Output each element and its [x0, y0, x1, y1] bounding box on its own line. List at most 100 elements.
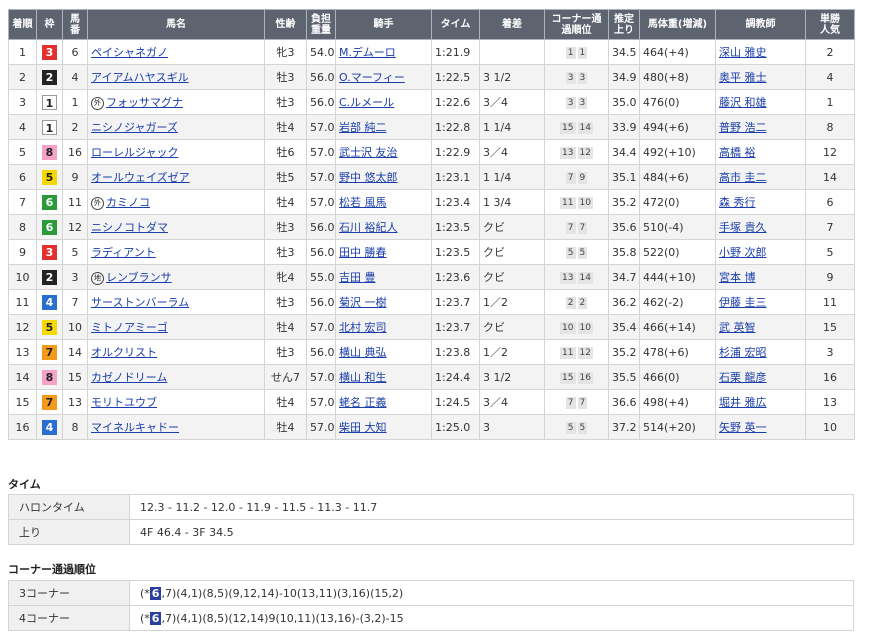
corner4-pos: 5 — [577, 247, 588, 259]
horse-number-cell: 6 — [62, 39, 88, 65]
popularity-cell: 12 — [805, 139, 855, 165]
horse-link[interactable]: カゼノドリーム — [91, 371, 167, 384]
jockey-link[interactable]: 松若 風馬 — [339, 196, 387, 209]
table-row: 16 4 8 マイネルキャドー 牡4 57.0 柴田 大知 1:25.0 3 5 5 37.2 514(… — [8, 414, 855, 440]
time-cell: 1:23.7 — [431, 289, 480, 315]
corner-cell: 22 — [544, 289, 609, 315]
waku-cell: 3 — [36, 239, 63, 265]
jockey-link[interactable]: 岩部 純二 — [339, 121, 387, 134]
jockey-link[interactable]: 石川 裕紀人 — [339, 221, 398, 234]
horse-link[interactable]: カミノコ — [106, 196, 150, 209]
horse-link[interactable]: サーストンバーラム — [91, 296, 189, 309]
jockey-link[interactable]: 吉田 豊 — [339, 271, 376, 284]
horse-number-cell: 12 — [62, 214, 88, 240]
agari-cell: 35.2 — [608, 189, 640, 215]
popularity-cell: 2 — [805, 39, 855, 65]
waku-cell: 7 — [36, 389, 63, 415]
horse-link[interactable]: レンブランサ — [106, 271, 172, 284]
horse-name-cell: 外カミノコ — [87, 189, 265, 215]
jockey-cell: O.マーフィー — [335, 64, 432, 90]
jockey-cell: 岩部 純二 — [335, 114, 432, 140]
horse-link[interactable]: ミトノアミーゴ — [91, 321, 168, 334]
jockey-link[interactable]: M.デムーロ — [339, 46, 396, 59]
furlong-row: ハロンタイム 12.3 - 11.2 - 12.0 - 11.9 - 11.5 … — [8, 494, 854, 520]
trainer-link[interactable]: 武 英智 — [719, 321, 756, 334]
trainer-link[interactable]: 小野 次郎 — [719, 246, 767, 259]
jockey-link[interactable]: 北村 宏司 — [339, 321, 387, 334]
trainer-cell: 高橋 裕 — [715, 139, 806, 165]
trainer-link[interactable]: 深山 雅史 — [719, 46, 767, 59]
jockey-link[interactable]: 野中 悠太郎 — [339, 171, 398, 184]
corner4-pos: 5 — [577, 422, 588, 434]
agari-cell: 35.5 — [608, 364, 640, 390]
header-time: タイム — [431, 9, 480, 40]
weight-cell: 56.0 — [306, 239, 336, 265]
horse-link[interactable]: ペイシャネガノ — [91, 46, 168, 59]
waku-cell: 6 — [36, 189, 63, 215]
popularity-cell: 3 — [805, 339, 855, 365]
jockey-link[interactable]: 柴田 大知 — [339, 421, 387, 434]
rank-cell: 16 — [8, 414, 37, 440]
horse-link[interactable]: モリトユウブ — [91, 396, 157, 409]
trainer-link[interactable]: 奥平 雅士 — [719, 71, 767, 84]
trainer-link[interactable]: 普野 浩二 — [719, 121, 767, 134]
waku-cell: 2 — [36, 64, 63, 90]
corner3-pos: 5 — [565, 422, 576, 434]
agari-cell: 36.6 — [608, 389, 640, 415]
trainer-cell: 奥平 雅士 — [715, 64, 806, 90]
corner3-pos: 2 — [565, 297, 576, 309]
waku-badge: 4 — [42, 419, 57, 435]
table-row: 3 1 1 外フォッサマグナ 牡3 56.0 C.ルメール 1:22.6 3／4 3 3 35.0 47… — [8, 89, 855, 115]
jockey-link[interactable]: O.マーフィー — [339, 71, 405, 84]
margin-cell: クビ — [479, 214, 545, 240]
corner4-value: (* 6,7)(4,1)(8,5)(12,14)9(10,11)(13,16)-(… — [129, 605, 854, 631]
table-row: 4 1 2 ニシノジャガーズ 牡4 57.0 岩部 純二 1:22.8 1 1/4 15 14 33.… — [8, 114, 855, 140]
corner-cell: 77 — [544, 214, 609, 240]
corner4-leader: 6 — [149, 611, 162, 625]
jockey-link[interactable]: 横山 和生 — [339, 371, 387, 384]
corner4-pos: 14 — [577, 122, 593, 134]
jockey-link[interactable]: 田中 勝春 — [339, 246, 387, 259]
rank-cell: 7 — [8, 189, 37, 215]
corner3-pos: 7 — [565, 172, 576, 184]
horse-link[interactable]: アイアムハヤスギル — [91, 71, 189, 84]
jockey-link[interactable]: 蛯名 正義 — [339, 396, 387, 409]
trainer-link[interactable]: 手塚 貴久 — [719, 221, 767, 234]
trainer-link[interactable]: 杉浦 宏昭 — [719, 346, 767, 359]
weight-cell: 56.0 — [306, 89, 336, 115]
jockey-link[interactable]: 菊沢 一樹 — [339, 296, 387, 309]
horse-link[interactable]: ニシノコトダマ — [91, 221, 168, 234]
trainer-link[interactable]: 矢野 英一 — [719, 421, 767, 434]
header-trainer: 調教師 — [715, 9, 806, 40]
trainer-link[interactable]: 石栗 龍彦 — [719, 371, 767, 384]
jockey-cell: 野中 悠太郎 — [335, 164, 432, 190]
horse-link[interactable]: ニシノジャガーズ — [91, 121, 178, 134]
horse-link[interactable]: フォッサマグナ — [106, 96, 183, 109]
popularity-cell: 11 — [805, 289, 855, 315]
rank-cell: 5 — [8, 139, 37, 165]
time-cell: 1:22.9 — [431, 139, 480, 165]
trainer-link[interactable]: 伊藤 圭三 — [719, 296, 767, 309]
header-margin: 着差 — [479, 9, 545, 40]
horse-link[interactable]: ローレルジャック — [91, 146, 178, 159]
horse-link[interactable]: ラディアント — [91, 246, 156, 259]
trainer-link[interactable]: 宮本 博 — [719, 271, 756, 284]
horse-number-cell: 8 — [62, 414, 88, 440]
trainer-link[interactable]: 高橋 裕 — [719, 146, 756, 159]
corner3-pos: 7 — [565, 222, 576, 234]
trainer-link[interactable]: 藤沢 和雄 — [719, 96, 767, 109]
weight-cell: 56.0 — [306, 64, 336, 90]
header-body-weight: 馬体重(増減) — [639, 9, 716, 40]
trainer-link[interactable]: 高市 圭二 — [719, 171, 767, 184]
corner4-pos: 16 — [577, 372, 593, 384]
popularity-cell: 1 — [805, 89, 855, 115]
jockey-link[interactable]: C.ルメール — [339, 96, 394, 109]
horse-link[interactable]: オールウェイズゼア — [91, 171, 190, 184]
horse-link[interactable]: マイネルキャドー — [91, 421, 179, 434]
jockey-link[interactable]: 横山 典弘 — [339, 346, 387, 359]
table-row: 5 8 16 ローレルジャック 牡6 57.0 武士沢 友治 1:22.9 3／4 13 12 34.… — [8, 139, 855, 165]
jockey-link[interactable]: 武士沢 友治 — [339, 146, 398, 159]
horse-link[interactable]: オルクリスト — [91, 346, 157, 359]
trainer-link[interactable]: 森 秀行 — [719, 196, 756, 209]
trainer-link[interactable]: 堀井 雅広 — [719, 396, 767, 409]
